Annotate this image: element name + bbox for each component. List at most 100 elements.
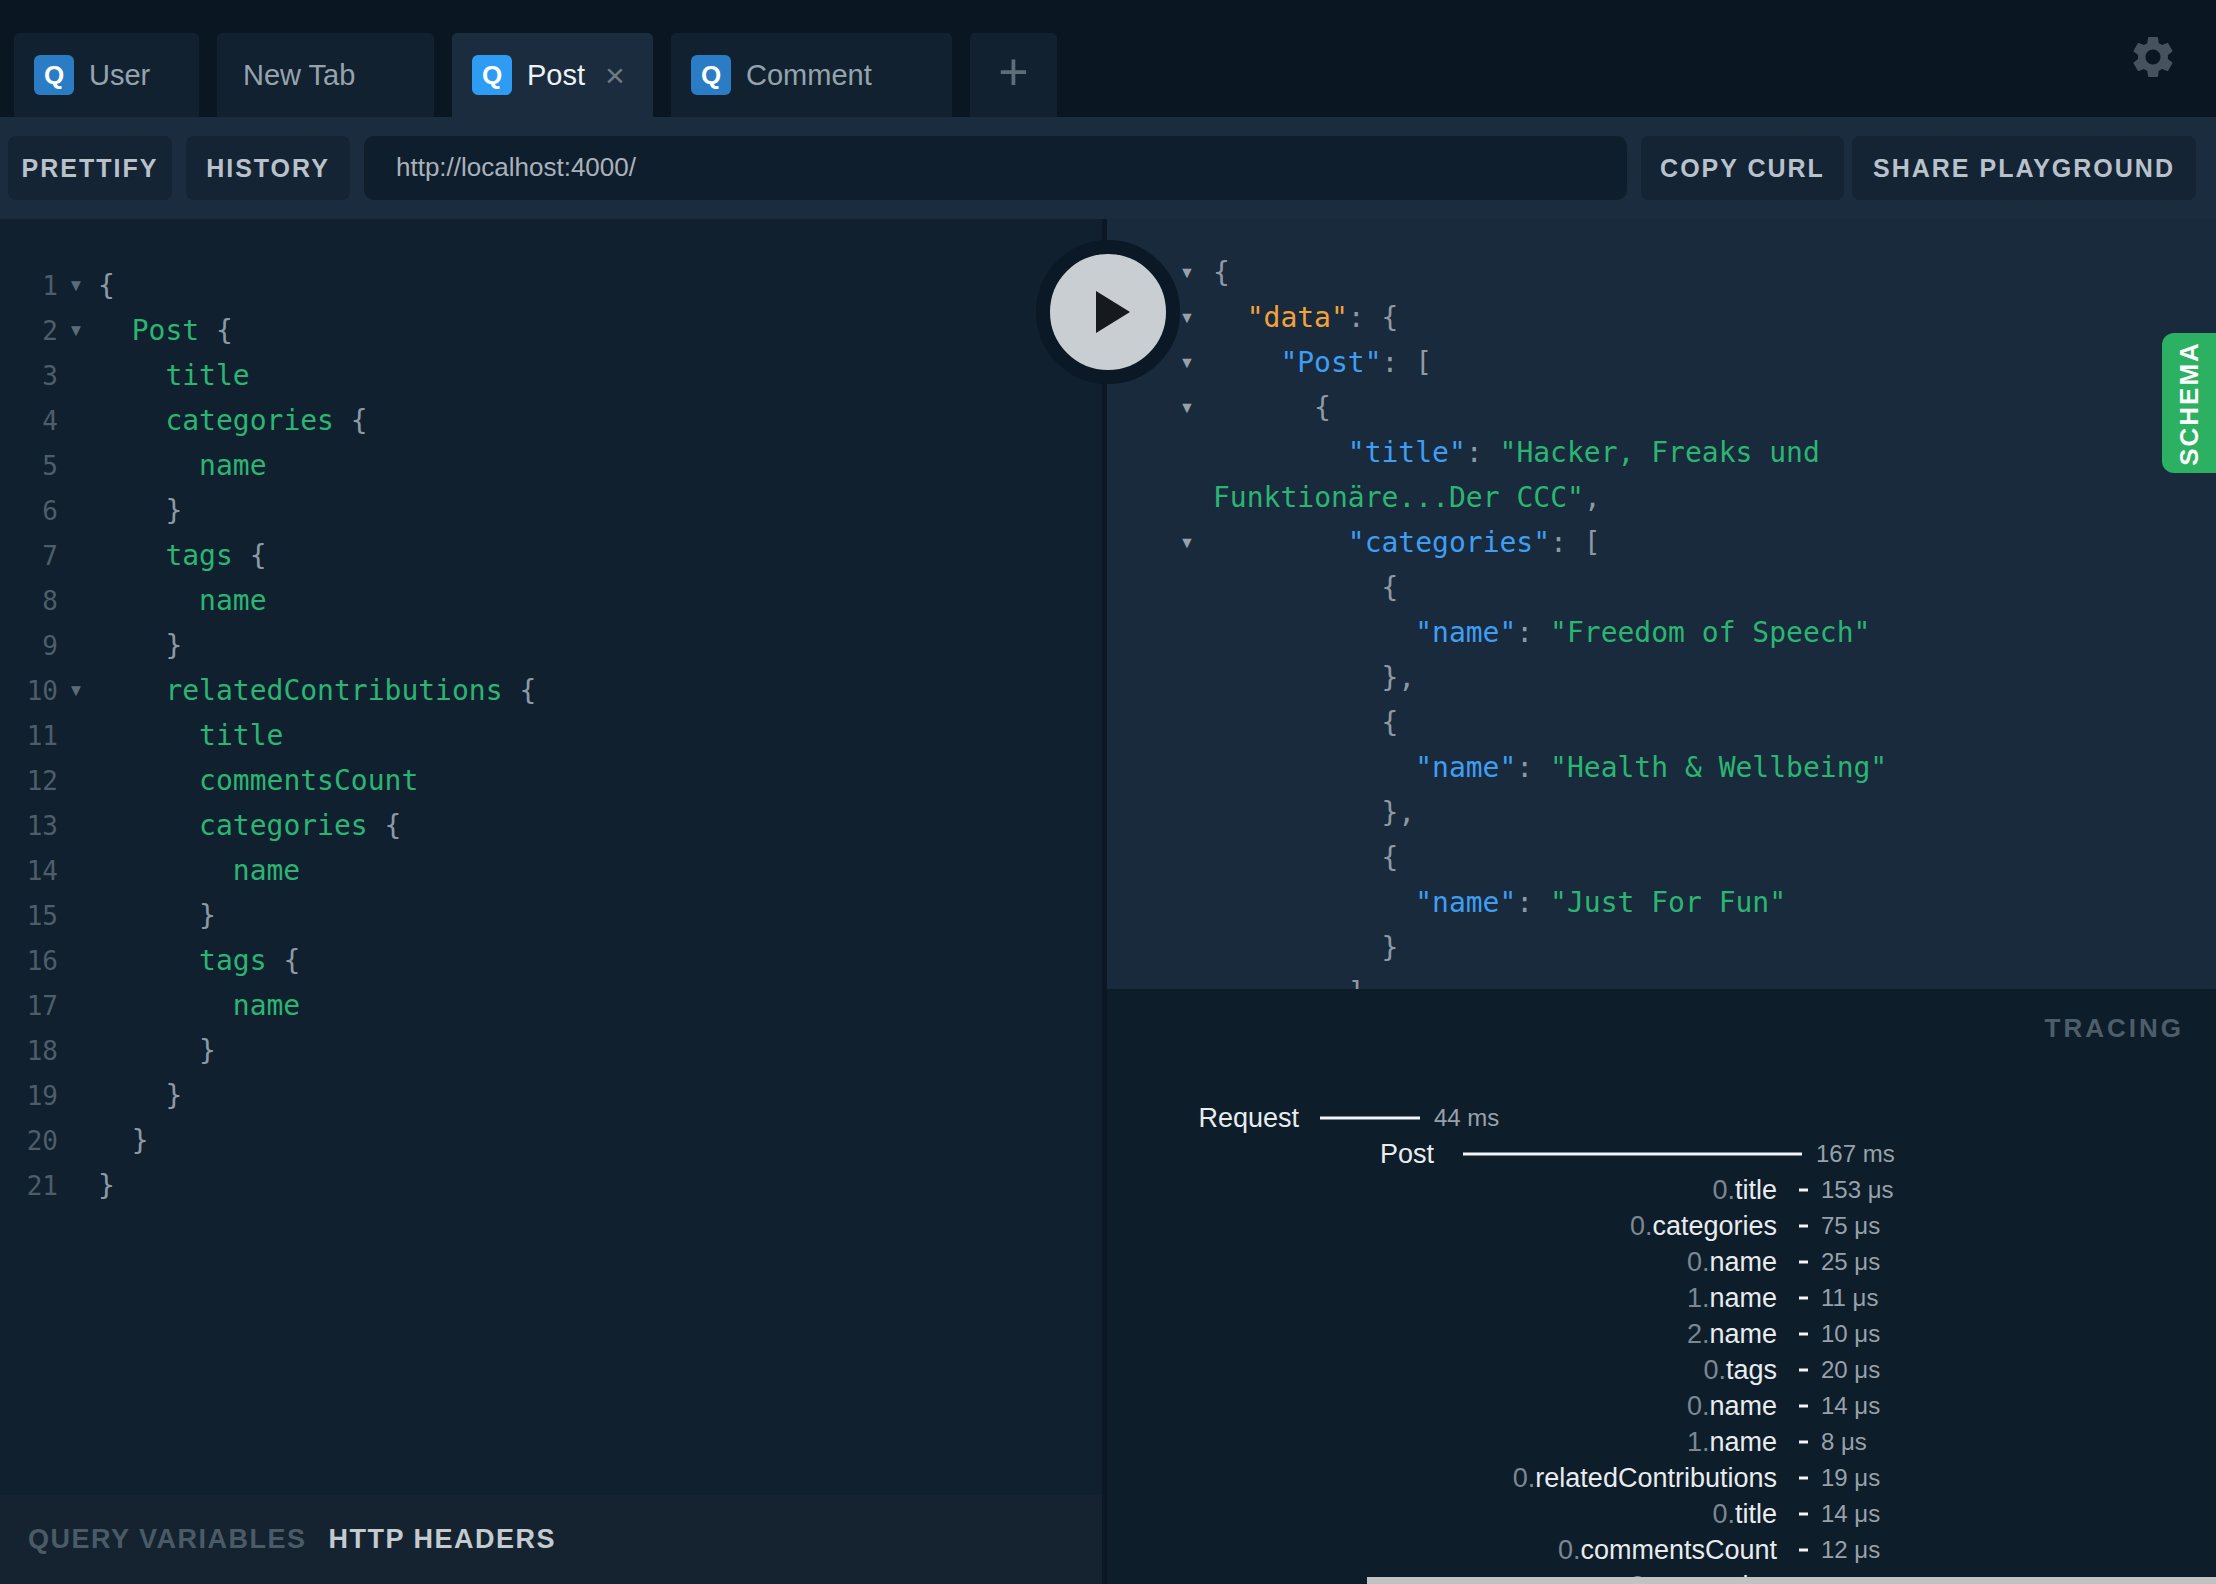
tracing-duration-bar [1320, 1117, 1420, 1120]
collapse-arrow-icon[interactable]: ▼ [1179, 534, 1195, 552]
tracing-row: 167 msPost [1107, 1136, 2216, 1172]
toolbar: PRETTIFY HISTORY http://localhost:4000/ … [0, 117, 2216, 219]
endpoint-url-input[interactable]: http://localhost:4000/ [364, 136, 1627, 200]
tracing-row: 12 μs0.commentsCount [1107, 1532, 2216, 1568]
response-line: Funktionäre...Der CCC", [1107, 475, 2216, 520]
response-line: { [1107, 700, 2216, 745]
tracing-row: 25 μs0.name [1107, 1244, 2216, 1280]
copy-curl-button[interactable]: COPY CURL [1641, 136, 1844, 200]
editor-line: 5name [0, 443, 1102, 488]
tracing-duration-bar [1799, 1477, 1808, 1480]
history-button[interactable]: HISTORY [186, 136, 350, 200]
response-panel: ▼{▼"data": {▼"Post": [▼{"title": "Hacker… [1107, 219, 2216, 989]
tracing-row: 20 μs0.tags [1107, 1352, 2216, 1388]
editor-line: 6} [0, 488, 1102, 533]
tab-label: Post [527, 59, 585, 92]
tracing-duration-bar [1463, 1153, 1802, 1156]
share-playground-button[interactable]: SHARE PLAYGROUND [1852, 136, 2196, 200]
response-line: }, [1107, 655, 2216, 700]
editor-line: 20} [0, 1118, 1102, 1163]
editor-line: 17name [0, 983, 1102, 1028]
response-line: { [1107, 835, 2216, 880]
horizontal-scrollbar[interactable] [1367, 1577, 2216, 1584]
tracing-row: 19 μs0.relatedContributions [1107, 1460, 2216, 1496]
prettify-button[interactable]: PRETTIFY [8, 136, 172, 200]
collapse-arrow-icon[interactable]: ▼ [1179, 399, 1195, 417]
tracing-panel: TRACING 44 msRequest167 msPost153 μs0.ti… [1107, 989, 2216, 1584]
response-line: "name": "Just For Fun" [1107, 880, 2216, 925]
editor-line: 14name [0, 848, 1102, 893]
tracing-duration-bar [1799, 1513, 1808, 1516]
response-line: } [1107, 925, 2216, 970]
tracing-row: 8 μs1.name [1107, 1424, 2216, 1460]
schema-tab-label: SCHEMA [2174, 341, 2205, 466]
tracing-duration-bar [1799, 1225, 1808, 1228]
tracing-row: 10 μs2.name [1107, 1316, 2216, 1352]
top-tab-bar: Q User New Tab Q Post × Q Comment + [0, 0, 2216, 117]
editor-line: 13categories { [0, 803, 1102, 848]
tab-user[interactable]: Q User [14, 33, 199, 117]
fold-arrow-icon[interactable]: ▼ [58, 681, 94, 701]
tracing-duration-bar [1799, 1297, 1808, 1300]
collapse-arrow-icon[interactable]: ▼ [1179, 264, 1195, 282]
editor-line: 19} [0, 1073, 1102, 1118]
fold-arrow-icon[interactable]: ▼ [58, 276, 94, 296]
tracing-duration-bar [1799, 1189, 1808, 1192]
response-line: ▼"categories": [ [1107, 520, 2216, 565]
settings-gear-icon[interactable] [2128, 32, 2178, 82]
response-line: ▼"data": { [1107, 295, 2216, 340]
editor-line: 12commentsCount [0, 758, 1102, 803]
tracing-title: TRACING [2045, 1013, 2184, 1044]
new-tab-button[interactable]: + [970, 33, 1057, 117]
tracing-row: 75 μs0.categories [1107, 1208, 2216, 1244]
response-line: { [1107, 565, 2216, 610]
tracing-duration-bar [1799, 1369, 1808, 1372]
tab-row: Q User New Tab Q Post × Q Comment + [14, 33, 1057, 117]
execute-query-button[interactable] [1036, 240, 1180, 384]
query-editor[interactable]: 1▼{2▼Post {3title4categories {5name6}7ta… [0, 219, 1102, 1584]
fold-arrow-icon[interactable]: ▼ [58, 321, 94, 341]
editor-line: 7tags { [0, 533, 1102, 578]
query-variables-tab[interactable]: QUERY VARIABLES [28, 1524, 307, 1555]
response-line: "name": "Freedom of Speech" [1107, 610, 2216, 655]
tracing-row: 44 msRequest [1107, 1100, 2216, 1136]
tracing-duration-bar [1799, 1441, 1808, 1444]
editor-line: 21} [0, 1163, 1102, 1208]
tracing-row: 153 μs0.title [1107, 1172, 2216, 1208]
collapse-arrow-icon[interactable]: ▼ [1179, 354, 1195, 372]
collapse-arrow-icon[interactable]: ▼ [1179, 309, 1195, 327]
tab-comment[interactable]: Q Comment [671, 33, 952, 117]
bottom-bar: QUERY VARIABLES HTTP HEADERS [0, 1495, 1102, 1584]
tab-label: Comment [746, 59, 872, 92]
tab-post[interactable]: Q Post × [452, 33, 653, 117]
editor-line: 16tags { [0, 938, 1102, 983]
response-line: "name": "Health & Wellbeing" [1107, 745, 2216, 790]
editor-line: 8name [0, 578, 1102, 623]
query-badge: Q [34, 55, 74, 95]
tracing-row: 14 μs0.title [1107, 1496, 2216, 1532]
editor-line: 9} [0, 623, 1102, 668]
query-badge: Q [472, 55, 512, 95]
http-headers-tab[interactable]: HTTP HEADERS [329, 1524, 557, 1555]
response-line: ▼"Post": [ [1107, 340, 2216, 385]
tracing-row: 11 μs1.name [1107, 1280, 2216, 1316]
editor-line: 15} [0, 893, 1102, 938]
response-line: "title": "Hacker, Freaks und [1107, 430, 2216, 475]
tab-new-tab[interactable]: New Tab [217, 33, 434, 117]
tab-label: User [89, 59, 150, 92]
editor-line: 11title [0, 713, 1102, 758]
editor-line: 1▼{ [0, 263, 1102, 308]
plus-icon: + [998, 46, 1028, 98]
response-line: ▼{ [1107, 250, 2216, 295]
tab-label: New Tab [243, 59, 355, 92]
tracing-row: 14 μs0.name [1107, 1388, 2216, 1424]
schema-tab[interactable]: SCHEMA [2162, 333, 2216, 473]
response-line: ], [1107, 970, 2216, 989]
editor-line: 3title [0, 353, 1102, 398]
tracing-duration-bar [1799, 1405, 1808, 1408]
close-tab-icon[interactable]: × [605, 58, 625, 92]
query-badge: Q [691, 55, 731, 95]
response-line: }, [1107, 790, 2216, 835]
editor-line: 2▼Post { [0, 308, 1102, 353]
tracing-duration-bar [1799, 1333, 1808, 1336]
